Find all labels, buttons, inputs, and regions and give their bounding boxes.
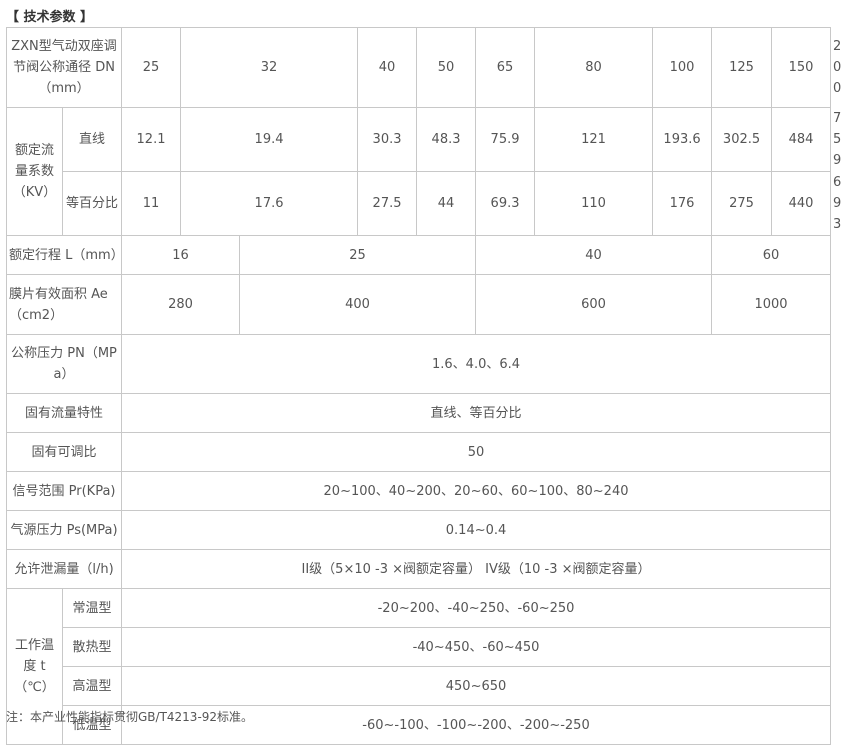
kv-linear-value: 19.4: [180, 107, 359, 172]
flow-char-label: 固有流量特性: [5, 393, 123, 433]
rangeability-row: 固有可调比 50: [5, 432, 832, 472]
kv-percent-label: 等百分比: [61, 171, 123, 236]
kv-percent-row: 等百分比 11 17.6 27.5 44 69.3 110 176 275 44…: [7, 171, 841, 236]
signal-value: 20~100、40~200、20~60、60~100、80~240: [121, 471, 832, 511]
dn-value: 50: [416, 27, 477, 108]
kv-percent-value: 11: [121, 171, 182, 236]
kv-percent-value: 27.5: [357, 171, 418, 236]
area-value: 400: [239, 274, 477, 335]
leakage-label: 允许泄漏量（l/h): [5, 549, 123, 589]
kv-linear-label: 直线: [61, 107, 123, 172]
area-label: 膜片有效面积 Ae（cm2）: [5, 274, 123, 335]
flow-char-row: 固有流量特性 直线、等百分比: [5, 393, 832, 433]
dn-value: 100: [652, 27, 713, 108]
kv-label-2: （KV）: [12, 185, 57, 200]
kv-percent-value: 440: [771, 171, 832, 236]
temp-row: 工作温度 t（℃） 常温型 -20~200、-40~250、-60~250: [6, 588, 832, 745]
section-title: 【 技术参数 】: [6, 10, 94, 25]
temp-type-value: -20~200、-40~250、-60~250: [121, 588, 832, 628]
dn-row: ZXN型气动双座调节阀公称通径 DN（mm） 25 32 40 50 65 80…: [5, 27, 841, 108]
air-row: 气源压力 Ps(MPa) 0.14~0.4: [5, 510, 832, 550]
area-row: 膜片有效面积 Ae（cm2） 280 400 600 1000: [5, 274, 832, 335]
kv-label-1: 额定流量系数: [14, 143, 54, 179]
kv-linear-value: 121: [534, 107, 654, 172]
kv-linear-value: 302.5: [711, 107, 773, 172]
kv-percent-value: 275: [711, 171, 773, 236]
kv-linear-value: 193.6: [652, 107, 713, 172]
kv-percent-value: 176: [652, 171, 713, 236]
dn-value: 25: [121, 27, 182, 108]
signal-row: 信号范围 Pr(KPa) 20~100、40~200、20~60、60~100、…: [5, 471, 832, 511]
temp-row: 高温型 450~650: [7, 666, 832, 706]
temp-type-label: 高温型: [61, 666, 123, 706]
footnote: 注：本产业性能指标贯彻GB/T4213-92标准。: [6, 710, 254, 724]
kv-linear-value: 48.3: [416, 107, 477, 172]
kv-linear-value: 30.3: [357, 107, 418, 172]
dn-value: 150: [771, 27, 832, 108]
kv-label: 额定流量系数 （KV）: [6, 107, 63, 236]
kv-linear-value: 12.1: [121, 107, 182, 172]
kv-linear-value: 484: [771, 107, 832, 172]
rangeability-value: 50: [121, 432, 832, 472]
temp-type-label: 散热型: [61, 627, 123, 667]
kv-percent-value: 69.3: [475, 171, 536, 236]
dn-label: ZXN型气动双座调节阀公称通径 DN（mm）: [5, 27, 123, 108]
pressure-label: 公称压力 PN（MPa）: [5, 334, 123, 394]
temp-type-label: 常温型: [61, 588, 123, 628]
area-value: 280: [121, 274, 241, 335]
signal-label: 信号范围 Pr(KPa): [5, 471, 123, 511]
temp-row: 散热型 -40~450、-60~450: [7, 627, 832, 667]
kv-percent-value: 44: [416, 171, 477, 236]
flow-char-value: 直线、等百分比: [121, 393, 832, 433]
pressure-row: 公称压力 PN（MPa） 1.6、4.0、6.4: [5, 334, 832, 394]
kv-linear-row: 额定流量系数 （KV） 直线 12.1 19.4 30.3 48.3 75.9 …: [6, 107, 841, 236]
dn-value: 65: [475, 27, 536, 108]
pressure-value: 1.6、4.0、6.4: [121, 334, 832, 394]
air-value: 0.14~0.4: [121, 510, 832, 550]
stroke-value: 25: [239, 235, 477, 275]
stroke-label: 额定行程 L（mm）: [5, 235, 124, 275]
dn-value: 80: [534, 27, 654, 108]
kv-linear-value: 75.9: [475, 107, 536, 172]
leakage-value: II级（5×10 -3 ×阀额定容量） IV级（10 -3 ×阀额定容量）: [121, 549, 832, 589]
air-label: 气源压力 Ps(MPa): [5, 510, 123, 550]
dn-value: 40: [357, 27, 418, 108]
temp-type-value: 450~650: [121, 666, 832, 706]
kv-percent-value: 17.6: [180, 171, 359, 236]
leakage-row: 允许泄漏量（l/h) II级（5×10 -3 ×阀额定容量） IV级（10 -3…: [5, 549, 832, 589]
stroke-value: 60: [711, 235, 832, 275]
spec-table: ZXN型气动双座调节阀公称通径 DN（mm） 25 32 40 50 65 80…: [5, 27, 841, 745]
area-value: 600: [475, 274, 713, 335]
dn-value: 32: [180, 27, 359, 108]
kv-percent-value: 110: [534, 171, 654, 236]
stroke-value: 16: [121, 235, 241, 275]
temp-type-value: -40~450、-60~450: [121, 627, 832, 667]
stroke-value: 40: [475, 235, 713, 275]
rangeability-label: 固有可调比: [5, 432, 123, 472]
stroke-row: 额定行程 L（mm） 16 25 40 60: [5, 235, 832, 275]
area-value: 1000: [711, 274, 832, 335]
dn-value: 125: [711, 27, 773, 108]
